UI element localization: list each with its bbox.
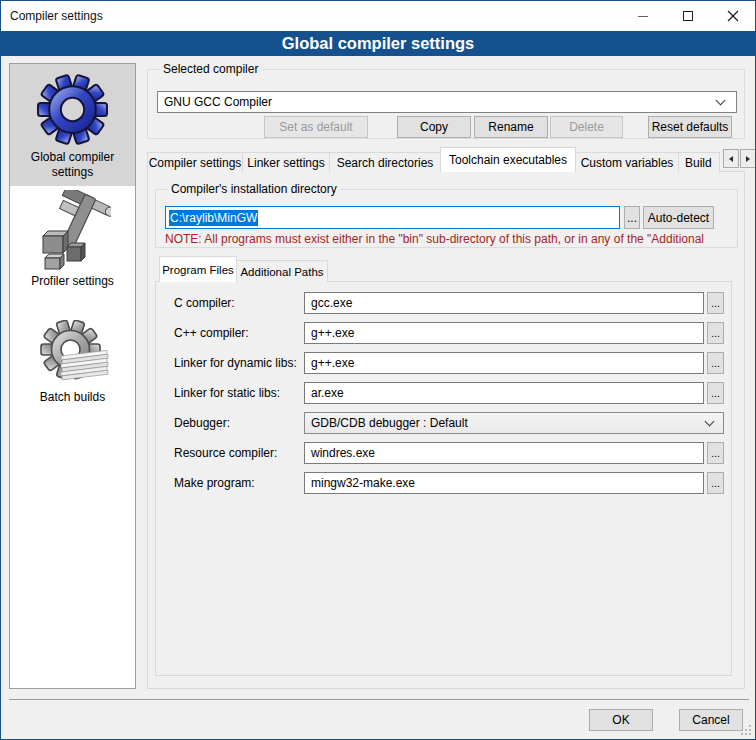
linker-static-input[interactable]: ar.exe: [304, 382, 704, 404]
copy-button[interactable]: Copy: [397, 116, 471, 138]
tab-custom-variables[interactable]: Custom variables: [575, 152, 679, 172]
page-title: Global compiler settings: [1, 31, 755, 56]
compiler-select[interactable]: GNU GCC Compiler: [157, 91, 737, 113]
tab-scroll-buttons: [723, 149, 756, 168]
installation-directory-note: NOTE: All programs must exist either in …: [165, 232, 737, 246]
minimize-button[interactable]: [620, 1, 665, 31]
c-compiler-input[interactable]: gcc.exe: [304, 292, 704, 314]
gray-gear-paper-stack-icon: [35, 320, 111, 386]
linker-dynamic-input[interactable]: g++.exe: [304, 352, 704, 374]
main-tabs: Compiler settings Linker settings Search…: [147, 147, 719, 172]
field-value: g++.exe: [311, 326, 354, 340]
ok-button[interactable]: OK: [589, 709, 653, 731]
caliper-tool-icon: [35, 190, 111, 270]
make-program-input[interactable]: mingw32-make.exe: [304, 472, 704, 494]
selected-compiler-group-label: Selected compiler: [159, 62, 262, 76]
delete-button[interactable]: Delete: [550, 116, 623, 138]
arrow-right-icon: [746, 156, 750, 162]
c-compiler-browse-button[interactable]: ...: [707, 292, 724, 314]
installation-directory-group-label: Compiler's installation directory: [167, 182, 341, 196]
sidebar: Global compiler settings: [9, 63, 136, 689]
cancel-button[interactable]: Cancel: [679, 709, 743, 731]
compiler-select-value: GNU GCC Compiler: [164, 95, 272, 109]
reset-defaults-button[interactable]: Reset defaults: [648, 116, 732, 138]
field-label: Linker for dynamic libs:: [174, 356, 304, 370]
form-row-cpp-compiler: C++ compiler: g++.exe ...: [174, 322, 724, 344]
tab-build-options-truncated[interactable]: Build: [678, 152, 720, 172]
field-value: gcc.exe: [311, 296, 352, 310]
maximize-button[interactable]: [665, 1, 710, 31]
program-files-panel: C compiler: gcc.exe ... C++ compiler: g+…: [155, 281, 732, 676]
sidebar-item-label: Profiler settings: [31, 274, 114, 289]
set-as-default-button[interactable]: Set as default: [264, 116, 368, 138]
footer-divider: [9, 699, 749, 700]
sidebar-item-label: Batch builds: [40, 390, 105, 405]
field-label: Linker for static libs:: [174, 386, 304, 400]
field-label: Resource compiler:: [174, 446, 304, 460]
maximize-icon: [683, 11, 693, 21]
field-label: Debugger:: [174, 416, 304, 430]
field-value: GDB/CDB debugger : Default: [311, 416, 468, 430]
rename-button[interactable]: Rename: [474, 116, 548, 138]
field-value: windres.exe: [311, 446, 375, 460]
form-row-linker-dynamic: Linker for dynamic libs: g++.exe ...: [174, 352, 724, 374]
cpp-compiler-browse-button[interactable]: ...: [707, 322, 724, 344]
sidebar-item-profiler-settings[interactable]: Profiler settings: [10, 186, 135, 292]
field-label: Make program:: [174, 476, 304, 490]
window-title: Compiler settings: [10, 9, 103, 23]
tab-compiler-settings[interactable]: Compiler settings: [147, 152, 243, 172]
resource-compiler-input[interactable]: windres.exe: [304, 442, 704, 464]
tab-toolchain-executables[interactable]: Toolchain executables: [440, 147, 576, 172]
resize-grip[interactable]: [741, 725, 753, 737]
close-button[interactable]: [710, 1, 755, 31]
tab-linker-settings[interactable]: Linker settings: [242, 152, 330, 172]
linker-static-browse-button[interactable]: ...: [707, 382, 724, 404]
minimize-icon: [638, 16, 648, 17]
compiler-settings-dialog: Compiler settings Global compiler settin…: [0, 0, 756, 740]
auto-detect-button[interactable]: Auto-detect: [643, 206, 714, 229]
sidebar-item-batch-builds[interactable]: Batch builds: [10, 292, 135, 418]
sidebar-item-label: Global compiler settings: [10, 150, 135, 180]
form-row-make-program: Make program: mingw32-make.exe ...: [174, 472, 724, 494]
form-row-linker-static: Linker for static libs: ar.exe ...: [174, 382, 724, 404]
field-label: C compiler:: [174, 296, 304, 310]
make-program-browse-button[interactable]: ...: [707, 472, 724, 494]
installation-directory-group: Compiler's installation directory C:\ray…: [155, 189, 738, 248]
tab-scroll-left-button[interactable]: [723, 149, 739, 168]
tab-additional-paths[interactable]: Additional Paths: [236, 260, 328, 282]
form-row-c-compiler: C compiler: gcc.exe ...: [174, 292, 724, 314]
linker-dynamic-browse-button[interactable]: ...: [707, 352, 724, 374]
selected-compiler-group: Selected compiler GNU GCC Compiler Set a…: [147, 69, 745, 139]
field-value: mingw32-make.exe: [311, 476, 415, 490]
resource-compiler-browse-button[interactable]: ...: [707, 442, 724, 464]
installation-directory-input[interactable]: C:\raylib\MinGW: [165, 206, 620, 229]
field-value: g++.exe: [311, 356, 354, 370]
form-row-resource-compiler: Resource compiler: windres.exe ...: [174, 442, 724, 464]
tab-program-files[interactable]: Program Files: [159, 256, 237, 282]
form-row-debugger: Debugger: GDB/CDB debugger : Default: [174, 412, 724, 434]
chevron-down-icon: [716, 95, 726, 105]
installation-directory-value: C:\raylib\MinGW: [169, 210, 258, 226]
arrow-left-icon: [729, 156, 733, 162]
toolchain-subtabs: Program Files Additional Paths: [159, 256, 327, 282]
sidebar-item-global-compiler-settings[interactable]: Global compiler settings: [10, 64, 135, 186]
cpp-compiler-input[interactable]: g++.exe: [304, 322, 704, 344]
blue-gear-icon: [36, 73, 109, 146]
debugger-select[interactable]: GDB/CDB debugger : Default: [304, 412, 724, 434]
field-label: C++ compiler:: [174, 326, 304, 340]
field-value: ar.exe: [311, 386, 344, 400]
titlebar: Compiler settings: [1, 1, 755, 31]
installation-directory-browse-button[interactable]: ...: [624, 206, 640, 229]
tab-scroll-right-button[interactable]: [740, 149, 756, 168]
caption-buttons: [620, 1, 755, 31]
tab-search-directories[interactable]: Search directories: [329, 152, 441, 172]
close-icon: [727, 10, 739, 22]
chevron-down-icon: [705, 416, 715, 426]
